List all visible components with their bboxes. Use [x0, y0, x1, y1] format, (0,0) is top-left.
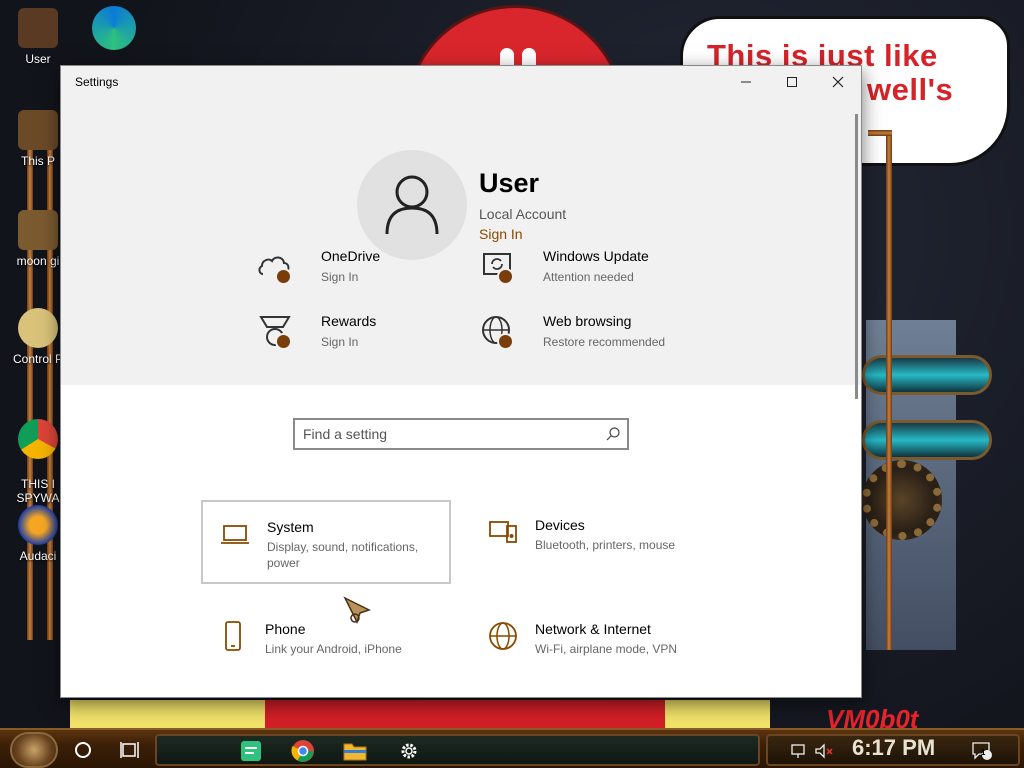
status-badge [275, 268, 292, 285]
search-icon[interactable] [605, 426, 621, 442]
close-button[interactable] [815, 66, 861, 98]
search-input[interactable] [303, 424, 593, 444]
volume-tray-button[interactable] [810, 737, 838, 765]
taskbar-apps [155, 734, 760, 766]
taskbar-app-file-explorer[interactable] [341, 737, 369, 765]
maximize-button[interactable] [769, 66, 815, 98]
background-tube [862, 355, 992, 395]
settings-window: Settings User Local Account Sign In OneD… [60, 65, 862, 698]
window-title: Settings [75, 75, 119, 89]
category-system[interactable]: System Display, sound, notifications, po… [201, 500, 451, 584]
background-tube [862, 420, 992, 460]
notes-icon [241, 741, 261, 761]
close-icon [832, 76, 844, 88]
minimize-button[interactable] [723, 66, 769, 98]
minimize-icon [741, 81, 751, 83]
search-circle-icon [75, 742, 91, 758]
taskbar-app-notes[interactable] [237, 737, 265, 765]
title-bar[interactable]: Settings [61, 66, 861, 98]
edge-icon[interactable] [92, 6, 136, 50]
laptop-icon [221, 525, 249, 544]
clock[interactable]: 6:17 PM [852, 735, 935, 761]
search-box[interactable] [293, 418, 629, 450]
quick-link-rewards[interactable]: Rewards Sign In [257, 313, 467, 369]
notifications-button[interactable]: 1 [968, 737, 996, 765]
settings-icon [401, 743, 417, 759]
quick-link-web-browsing[interactable]: Web browsing Restore recommended [479, 313, 689, 369]
globe-icon [489, 622, 517, 650]
category-network[interactable]: Network & Internet Wi-Fi, airplane mode,… [471, 604, 721, 688]
account-type: Local Account [479, 206, 567, 222]
mouse-cursor [343, 596, 371, 624]
avatar[interactable] [357, 150, 467, 260]
status-badge [275, 333, 292, 350]
notification-count: 1 [981, 748, 986, 757]
background-gear [862, 460, 942, 540]
network-icon [791, 744, 805, 758]
person-icon [385, 175, 439, 235]
maximize-icon [787, 77, 797, 87]
cortana-button[interactable] [69, 736, 97, 764]
phone-icon [225, 621, 241, 651]
keyboard-icon [489, 521, 517, 543]
taskbar-app-chrome[interactable] [289, 737, 317, 765]
category-devices[interactable]: Devices Bluetooth, printers, mouse [471, 500, 721, 584]
account-header: User Local Account Sign In OneDrive Sign… [61, 98, 861, 385]
quick-link-onedrive[interactable]: OneDrive Sign In [257, 248, 467, 304]
task-view-icon [120, 742, 139, 758]
task-view-button[interactable] [116, 736, 144, 764]
chrome-icon [291, 740, 314, 762]
file-explorer-icon [343, 743, 367, 761]
taskbar-app-settings[interactable] [395, 737, 423, 765]
volume-muted-icon [815, 743, 833, 759]
desktop-icon-user[interactable]: User [6, 8, 70, 66]
status-badge [497, 333, 514, 350]
scrollbar[interactable] [855, 114, 858, 399]
category-phone[interactable]: Phone Link your Android, iPhone [201, 604, 451, 688]
quick-link-windows-update[interactable]: Windows Update Attention needed [479, 248, 689, 304]
account-sign-in-link[interactable]: Sign In [479, 226, 523, 242]
status-badge [497, 268, 514, 285]
account-name: User [479, 168, 540, 198]
start-button[interactable] [10, 732, 58, 768]
